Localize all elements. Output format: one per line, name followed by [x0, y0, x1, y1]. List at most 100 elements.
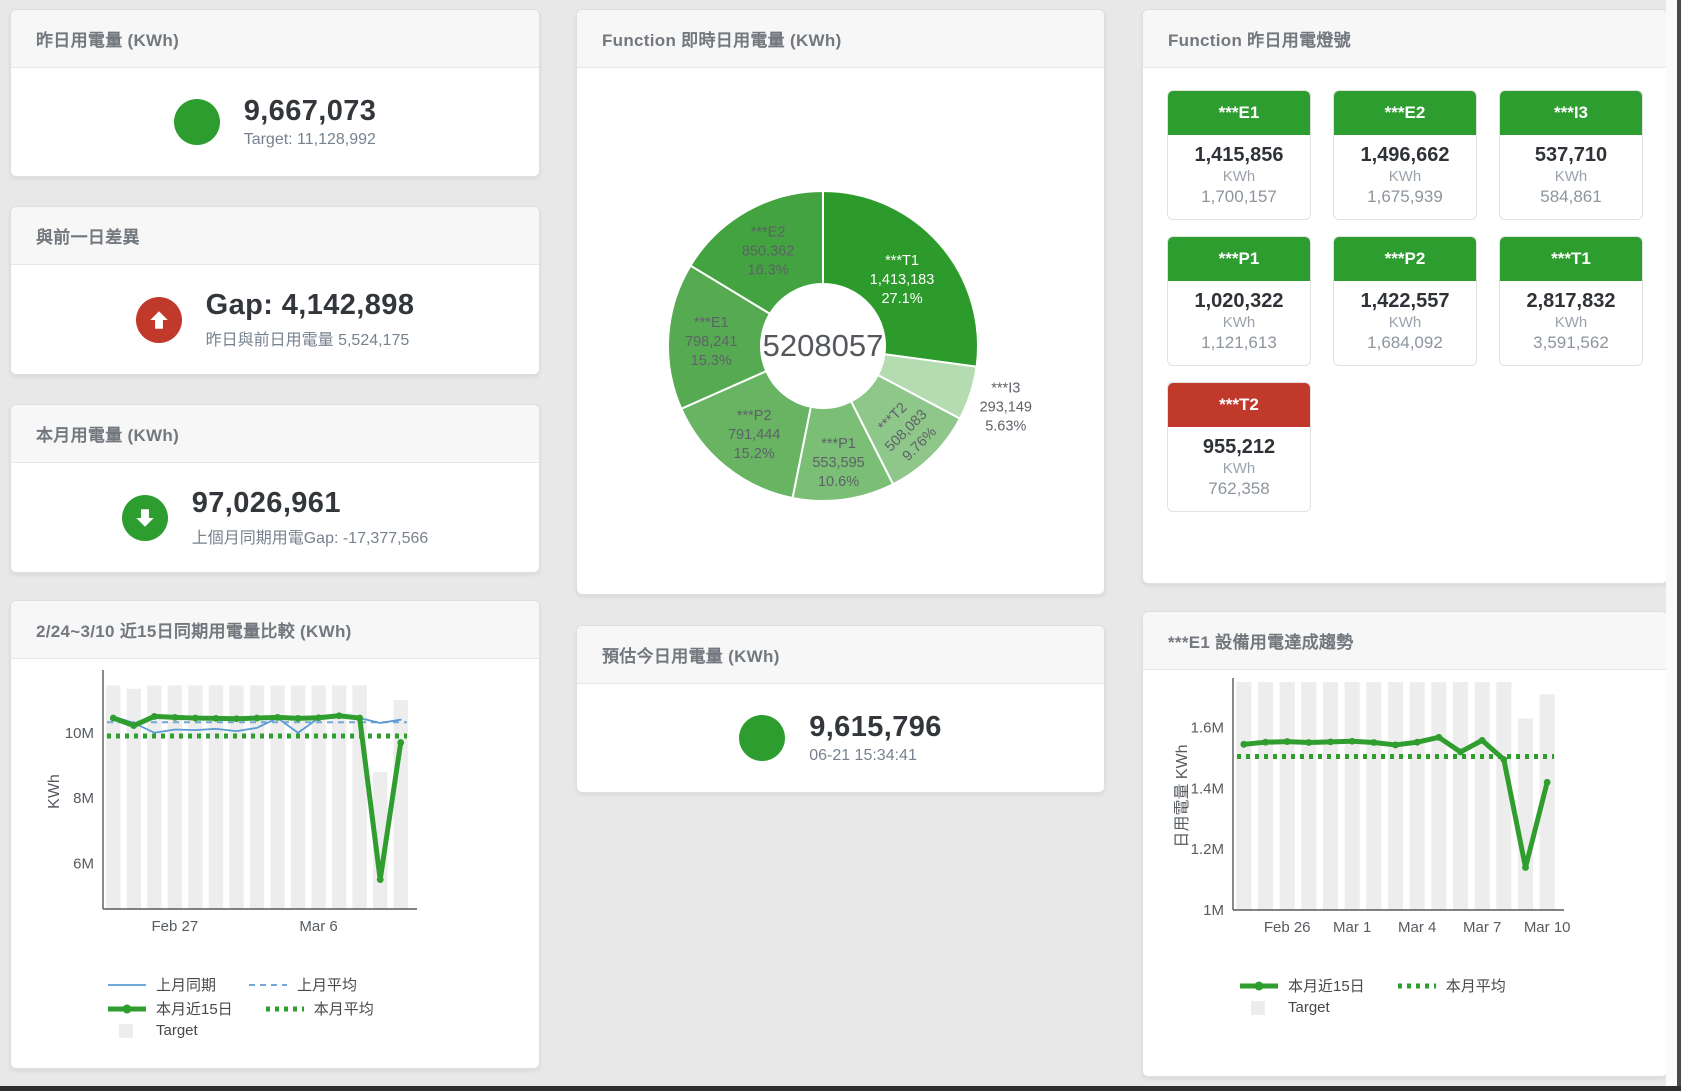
y-tick-label: 10M	[65, 725, 94, 742]
light-tile-E2: ***E21,496,662KWh1,675,939	[1333, 90, 1477, 220]
legend-item[interactable]: 上月平均	[248, 974, 357, 995]
x-tick-label: Mar 10	[1524, 919, 1571, 936]
light-tile-value: 955,212	[1168, 436, 1310, 459]
target-bar	[1301, 682, 1316, 910]
legend-item[interactable]: Target	[107, 1022, 198, 1039]
light-tile-unit: KWh	[1334, 168, 1476, 185]
legend-swatch-icon	[107, 1023, 147, 1039]
light-tile-unit: KWh	[1168, 168, 1310, 185]
panel-title: Function 昨日用電燈號	[1143, 10, 1667, 68]
series-point	[1349, 738, 1356, 745]
legend-swatch-icon	[265, 1001, 305, 1017]
legend-swatch-icon	[248, 977, 288, 993]
trend-chart: 1M1.2M1.4M1.6MFeb 26Mar 1Mar 4Mar 7Mar 1…	[1143, 670, 1667, 960]
series-point	[397, 739, 404, 746]
legend-item[interactable]: 上月同期	[107, 974, 216, 995]
panel-compare-chart: 2/24~3/10 近15日同期用電量比較 (KWh) 6M8M10MFeb 2…	[10, 600, 540, 1069]
y-axis-label: KWh	[46, 774, 63, 809]
light-tile-unit: KWh	[1334, 314, 1476, 331]
light-tile-label: ***P2	[1334, 237, 1476, 281]
series-point	[1392, 742, 1399, 749]
target-bar	[1258, 682, 1273, 910]
light-tile-value: 1,422,557	[1334, 290, 1476, 313]
series-point	[1457, 749, 1464, 756]
legend-swatch-icon	[1239, 1000, 1279, 1016]
secondary-value: 上個月同期用電Gap: -17,377,566	[192, 524, 429, 548]
series-point	[274, 714, 281, 721]
screen-right-edge	[1677, 0, 1681, 1091]
target-bar	[1475, 682, 1490, 910]
series-point	[110, 715, 117, 722]
series-point	[254, 715, 261, 722]
target-bar	[1345, 682, 1360, 910]
y-tick-label: 1M	[1203, 902, 1224, 919]
legend-row: 上月同期 上月平均	[107, 974, 539, 995]
light-tile-unit: KWh	[1168, 460, 1310, 477]
target-bar	[1388, 682, 1403, 910]
light-tile-target: 584,861	[1500, 187, 1642, 207]
x-tick-label: Mar 7	[1463, 919, 1501, 936]
series-point	[1479, 737, 1486, 744]
y-tick-label: 1.2M	[1191, 841, 1224, 858]
legend-item[interactable]: 本月平均	[1397, 975, 1506, 996]
y-tick-label: 6M	[73, 855, 94, 872]
light-tile-value: 1,020,322	[1168, 290, 1310, 313]
target-bar	[394, 700, 408, 909]
trend-legend: 本月近15日 本月平均 Target	[1143, 965, 1667, 1016]
light-tile-target: 1,684,092	[1334, 333, 1476, 353]
target-bar	[1518, 718, 1533, 910]
light-tile-T2: ***T2955,212KWh762,358	[1167, 382, 1311, 512]
x-tick-label: Feb 27	[152, 918, 199, 935]
timestamp: 06-21 15:34:41	[809, 747, 942, 765]
light-tile-unit: KWh	[1500, 168, 1642, 185]
panel-lights: Function 昨日用電燈號 ***E11,415,856KWh1,700,1…	[1142, 9, 1668, 584]
card-month-usage: 本月用電量 (KWh) 97,026,961 上個月同期用電Gap: -17,3…	[10, 404, 540, 573]
down-arrow-icon	[133, 506, 157, 530]
legend-label: 上月平均	[297, 974, 357, 995]
legend-item[interactable]: 本月近15日	[1239, 975, 1365, 996]
primary-value: 9,667,073	[244, 95, 377, 128]
target-bar	[1431, 682, 1446, 910]
light-tile-unit: KWh	[1168, 314, 1310, 331]
legend-item[interactable]: 本月平均	[265, 998, 374, 1019]
series-point	[1240, 741, 1247, 748]
x-tick-label: Feb 26	[1264, 919, 1311, 936]
light-tile-label: ***T1	[1500, 237, 1642, 281]
light-tile-T1: ***T12,817,832KWh3,591,562	[1499, 236, 1643, 366]
legend-item[interactable]: 本月近15日	[107, 998, 233, 1019]
secondary-value: Target: 11,128,992	[244, 131, 377, 149]
light-tile-label: ***P1	[1168, 237, 1310, 281]
legend-swatch-icon	[1397, 978, 1437, 994]
legend-item[interactable]: Target	[1239, 999, 1330, 1016]
series-point	[356, 715, 363, 722]
series-point	[295, 715, 302, 722]
legend-row: 本月近15日 本月平均	[1239, 975, 1667, 996]
compare-chart: 6M8M10MFeb 27Mar 6KWh	[11, 659, 538, 959]
light-tile-label: ***T2	[1168, 383, 1310, 427]
x-tick-label: Mar 1	[1333, 919, 1371, 936]
status-circle-red	[136, 297, 182, 343]
light-tile-value: 1,496,662	[1334, 144, 1476, 167]
y-tick-label: 1.6M	[1191, 720, 1224, 737]
series-point	[151, 713, 158, 720]
primary-value: 97,026,961	[192, 487, 429, 520]
card-day-gap: 與前一日差異 Gap: 4,142,898 昨日與前日用電量 5,524,175	[10, 206, 540, 375]
series-point	[192, 715, 199, 722]
light-tile-value: 1,415,856	[1168, 144, 1310, 167]
panel-title: 與前一日差異	[11, 207, 539, 265]
light-tile-value: 2,817,832	[1500, 290, 1642, 313]
light-tile-P1: ***P11,020,322KWh1,121,613	[1167, 236, 1311, 366]
panel-title: ***E1 設備用電達成趨勢	[1143, 612, 1667, 670]
card-body: 9,667,073 Target: 11,128,992	[11, 68, 539, 176]
series-point	[130, 722, 137, 729]
series-point	[1370, 739, 1377, 746]
panel-title: 預估今日用電量 (KWh)	[577, 626, 1104, 684]
legend-label: Target	[156, 1022, 198, 1039]
card-body: 97,026,961 上個月同期用電Gap: -17,377,566	[11, 463, 539, 572]
card-body: 9,615,796 06-21 15:34:41	[577, 684, 1104, 792]
light-tile-label: ***I3	[1500, 91, 1642, 135]
donut-slice-label: ***I3293,1495.63%	[980, 381, 1032, 435]
y-tick-label: 1.4M	[1191, 780, 1224, 797]
compare-legend: 上月同期 上月平均本月近15日 本月平均 Target	[11, 964, 539, 1039]
status-circle-green	[122, 495, 168, 541]
